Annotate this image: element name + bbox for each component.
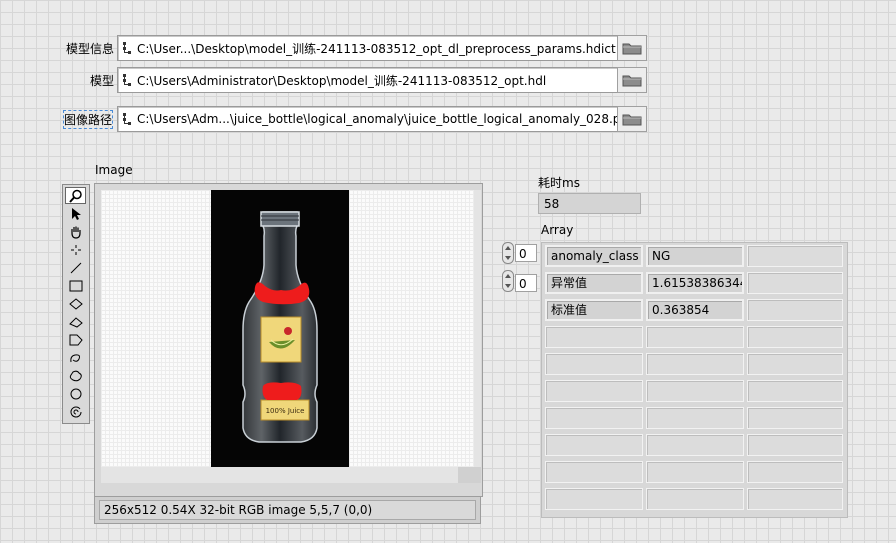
pointer-arrow-icon[interactable] (65, 205, 86, 222)
oval-tool-icon[interactable] (65, 313, 86, 330)
image-status-text: 256x512 0.54X 32-bit RGB image 5,5,7 (0,… (99, 500, 476, 520)
array-empty-cell[interactable] (646, 434, 744, 456)
scroll-corner (458, 467, 481, 483)
model-info-path-text: C:\User...\Desktop\model_训练-241113-08351… (137, 41, 616, 56)
image-path-browse-button[interactable] (617, 106, 647, 132)
array-empty-cell[interactable] (545, 488, 643, 510)
rectangle-tool-icon[interactable] (65, 277, 86, 294)
model-path-field[interactable]: C:\Users\Administrator\Desktop\model_训练-… (117, 67, 618, 93)
array-key-cell[interactable]: 异常值 (545, 272, 643, 294)
array-value-cell[interactable]: 1.61538386344 (646, 272, 744, 294)
array-empty-cell[interactable] (747, 272, 843, 294)
image-path-label[interactable]: 图像路径 (62, 110, 114, 129)
array-empty-cell[interactable] (545, 461, 643, 483)
array-empty-cell[interactable] (646, 488, 744, 510)
array-empty-cell[interactable] (545, 407, 643, 429)
pan-hand-icon[interactable] (65, 223, 86, 240)
array-empty-cell[interactable] (646, 407, 744, 429)
array-empty-cell[interactable] (747, 245, 843, 267)
timing-label: 耗时ms (538, 176, 580, 190)
array-value-cell[interactable]: 0.363854 (646, 299, 744, 321)
array-key-cell[interactable]: anomaly_class (545, 245, 643, 267)
image-tools-palette (62, 184, 90, 424)
image-path-text: C:\Users\Adm...\juice_bottle\logical_ano… (137, 112, 618, 126)
array-empty-cell[interactable] (747, 380, 843, 402)
array-row-index[interactable]: 0 (515, 244, 537, 262)
array-key-cell[interactable]: 标准值 (545, 299, 643, 321)
freehand-region-icon[interactable] (65, 367, 86, 384)
array-empty-cell[interactable] (545, 326, 643, 348)
model-info-label: 模型信息 (66, 42, 115, 56)
model-info-browse-button[interactable] (617, 35, 647, 61)
array-label: Array (541, 223, 574, 237)
array-empty-cell[interactable] (747, 326, 843, 348)
model-label: 模型 (90, 74, 115, 88)
model-info-path-field[interactable]: C:\User...\Desktop\model_训练-241113-08351… (117, 35, 618, 61)
model-browse-button[interactable] (617, 67, 647, 93)
crosshair-icon[interactable] (65, 241, 86, 258)
image-path-field[interactable]: C:\Users\Adm...\juice_bottle\logical_ano… (117, 106, 618, 132)
image-display-label: Image (95, 163, 133, 177)
array-empty-cell[interactable] (747, 407, 843, 429)
juice-bottle-image: 100% Juice (211, 190, 349, 467)
array-empty-cell[interactable] (545, 353, 643, 375)
freehand-line-icon[interactable] (65, 349, 86, 366)
timing-value: 58 (538, 193, 641, 214)
array-empty-cell[interactable] (747, 299, 843, 321)
line-tool-icon[interactable] (65, 259, 86, 276)
image-status-bar: 256x512 0.54X 32-bit RGB image 5,5,7 (0,… (94, 496, 481, 524)
rotated-rectangle-icon[interactable] (65, 295, 86, 312)
array-empty-cell[interactable] (646, 461, 744, 483)
annulus-tool-icon[interactable] (65, 403, 86, 420)
model-path-text: C:\Users\Administrator\Desktop\model_训练-… (137, 73, 547, 88)
juice-label-text: 100% Juice (266, 407, 305, 415)
folder-icon (622, 43, 642, 55)
array-col-index[interactable]: 0 (515, 274, 537, 292)
image-vertical-scrollbar[interactable] (474, 190, 481, 467)
array-row-index-spinner[interactable] (502, 242, 514, 264)
folder-icon (622, 75, 642, 87)
image-horizontal-scrollbar[interactable] (101, 467, 458, 483)
array-empty-cell[interactable] (646, 326, 744, 348)
array-empty-cell[interactable] (747, 434, 843, 456)
circle-tool-icon[interactable] (65, 385, 86, 402)
path-icon (123, 42, 131, 54)
magnifier-icon[interactable] (65, 187, 86, 204)
path-icon (123, 74, 131, 86)
array-col-index-spinner[interactable] (502, 270, 514, 292)
array-empty-cell[interactable] (646, 380, 744, 402)
path-icon (123, 113, 131, 125)
folder-icon (622, 114, 642, 126)
array-value-cell[interactable]: NG (646, 245, 744, 267)
array-empty-cell[interactable] (545, 434, 643, 456)
array-empty-cell[interactable] (747, 488, 843, 510)
array-empty-cell[interactable] (545, 380, 643, 402)
polygon-tool-icon[interactable] (65, 331, 86, 348)
array-empty-cell[interactable] (646, 353, 744, 375)
array-empty-cell[interactable] (747, 353, 843, 375)
array-empty-cell[interactable] (747, 461, 843, 483)
